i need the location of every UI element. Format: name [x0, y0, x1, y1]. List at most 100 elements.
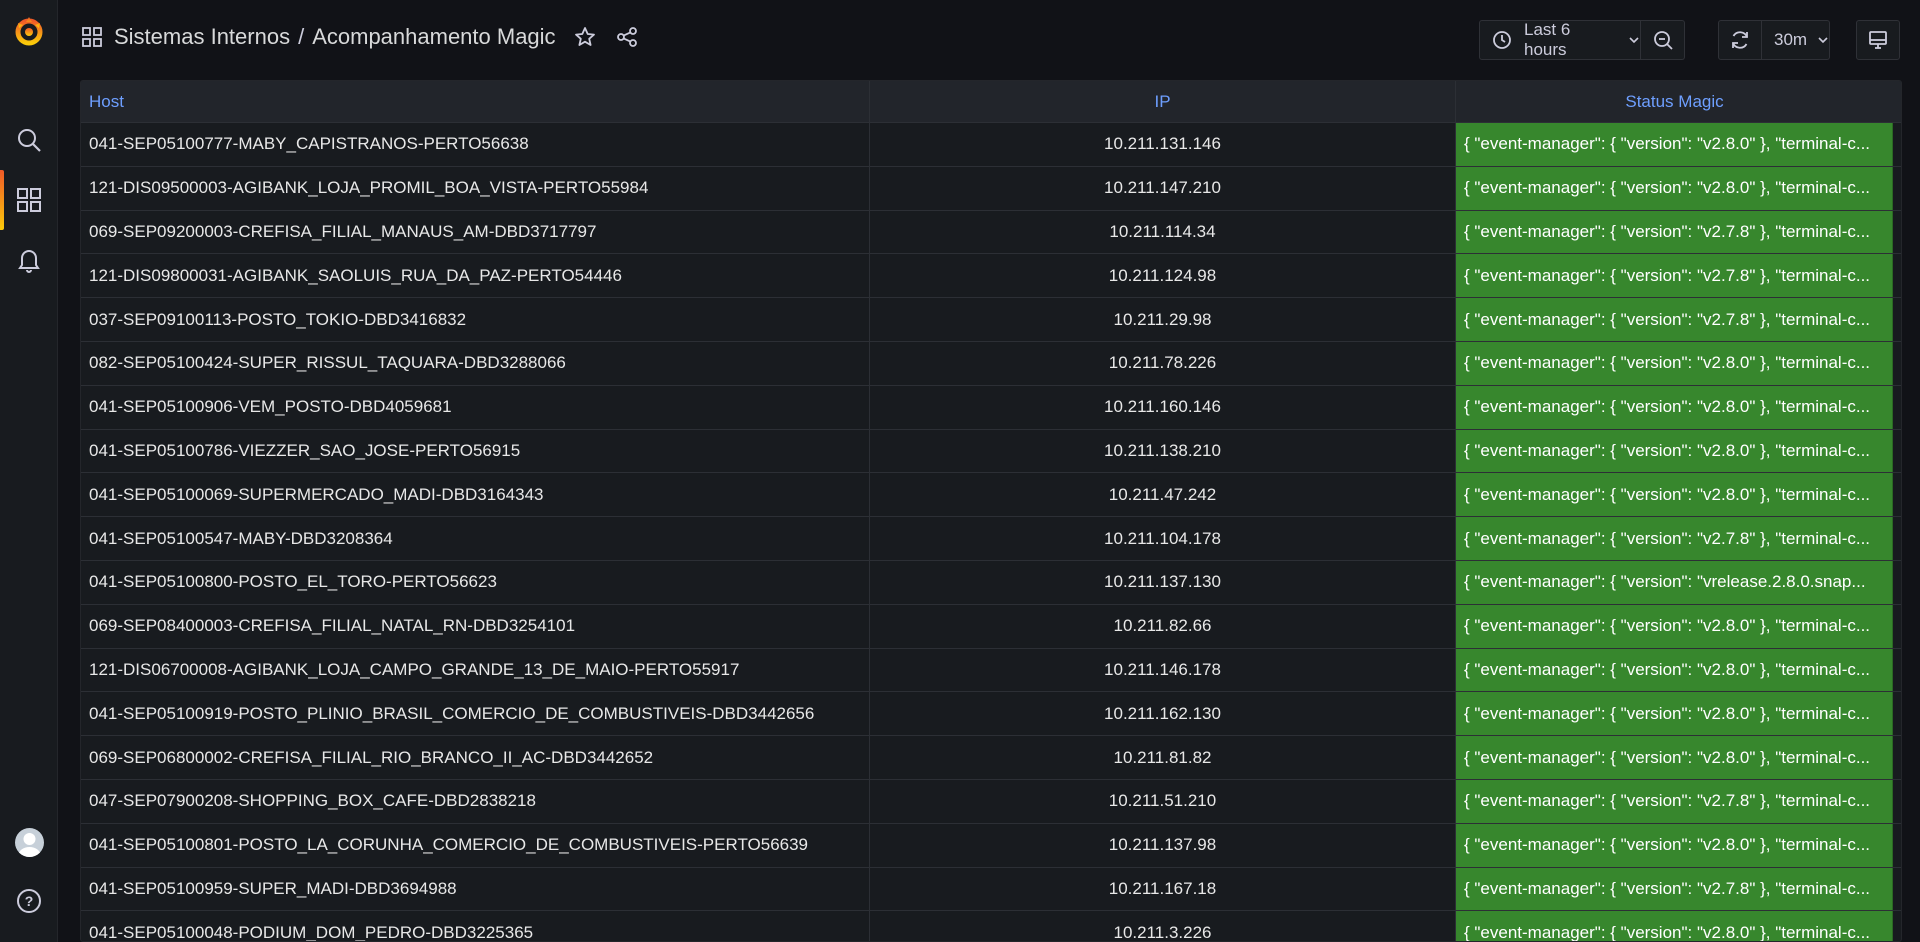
status-cell: { "event-manager": { "version": "v2.8.0"… [1456, 736, 1893, 779]
zoom-out-button[interactable] [1641, 20, 1685, 60]
table-row[interactable]: 069-SEP06800002-CREFISA_FILIAL_RIO_BRANC… [81, 736, 1901, 780]
ip-cell: 10.211.3.226 [870, 911, 1456, 941]
ip-cell: 10.211.82.66 [870, 604, 1456, 648]
refresh-button[interactable] [1718, 20, 1762, 60]
view-mode-controls [1856, 20, 1900, 60]
chevron-down-icon [1817, 34, 1829, 46]
host-cell: 041-SEP05100069-SUPERMERCADO_MADI-DBD316… [81, 473, 870, 517]
ip-cell: 10.211.160.146 [870, 385, 1456, 429]
status-cell: { "event-manager": { "version": "v2.8.0"… [1456, 341, 1893, 385]
ip-cell: 10.211.167.18 [870, 867, 1456, 911]
ip-cell: 10.211.78.226 [870, 341, 1456, 385]
table-row[interactable]: 041-SEP05100906-VEM_POSTO-DBD4059681 10.2… [81, 385, 1901, 430]
table-row[interactable]: 069-SEP08400003-CREFISA_FILIAL_NATAL_RN-… [81, 604, 1901, 649]
table-row[interactable]: 041-SEP05100777-MABY_CAPISTRANOS-PERTO56… [81, 123, 1901, 167]
table-row[interactable]: 041-SEP05100800-POSTO_EL_TORO-PERTO56623… [81, 560, 1901, 605]
ip-cell: 10.211.114.34 [870, 210, 1456, 254]
status-cell: { "event-manager": { "version": "v2.7.8"… [1456, 779, 1893, 823]
status-cell: { "event-manager": { "version": "vreleas… [1456, 560, 1893, 604]
status-cell: { "event-manager": { "version": "v2.7.8"… [1456, 517, 1893, 560]
status-cell: { "event-manager": { "version": "v2.7.8"… [1456, 210, 1893, 254]
search-icon[interactable] [14, 125, 44, 155]
breadcrumb-folder[interactable]: Sistemas Internos [114, 24, 290, 50]
table-row[interactable]: 037-SEP09100113-POSTO_TOKIO-DBD3416832 10… [81, 298, 1901, 342]
host-cell: 041-SEP05100547-MABY-DBD3208364 [81, 517, 870, 560]
column-header-host[interactable]: Host [81, 81, 870, 122]
table-row[interactable]: 069-SEP09200003-CREFISA_FILIAL_MANAUS_AM… [81, 210, 1901, 255]
breadcrumb-separator: / [298, 24, 305, 49]
host-cell: 041-SEP05100959-SUPER_MADI-DBD3694988 [81, 867, 870, 911]
table-row[interactable]: 041-SEP05100069-SUPERMERCADO_MADI-DBD316… [81, 473, 1901, 518]
status-cell: { "event-manager": { "version": "v2.7.8"… [1456, 867, 1893, 911]
time-controls: Last 6 hours [1479, 20, 1685, 60]
host-cell: 069-SEP09200003-CREFISA_FILIAL_MANAUS_AM… [81, 210, 870, 254]
dashboards-icon[interactable] [14, 185, 44, 215]
status-cell: { "event-manager": { "version": "v2.8.0"… [1456, 473, 1893, 517]
host-cell: 047-SEP07900208-SHOPPING_BOX_CAFE-DBD283… [81, 779, 870, 823]
monitor-icon [1869, 31, 1887, 49]
table-row[interactable]: 041-SEP05100919-POSTO_PLINIO_BRASIL_COME… [81, 692, 1901, 737]
share-icon[interactable] [616, 26, 638, 48]
tv-mode-button[interactable] [1856, 20, 1900, 60]
refresh-interval-picker[interactable]: 30m [1762, 20, 1830, 60]
page-title[interactable]: Acompanhamento Magic [312, 24, 555, 50]
host-cell: 069-SEP06800002-CREFISA_FILIAL_RIO_BRANC… [81, 736, 870, 779]
host-cell: 037-SEP09100113-POSTO_TOKIO-DBD3416832 [81, 298, 870, 341]
table-row[interactable]: 047-SEP07900208-SHOPPING_BOX_CAFE-DBD283… [81, 779, 1901, 824]
ip-cell: 10.211.81.82 [870, 736, 1456, 779]
host-cell: 041-SEP05100048-PODIUM_DOM_PEDRO-DBD3225… [81, 911, 870, 941]
dashboard-grid-icon [82, 27, 102, 47]
top-bar: Sistemas Internos / Acompanhamento Magic… [58, 0, 1920, 78]
table-row[interactable]: 121-DIS09500003-AGIBANK_LOJA_PROMIL_BOA_… [81, 166, 1901, 211]
host-cell: 082-SEP05100424-SUPER_RISSUL_TAQUARA-DBD… [81, 341, 870, 385]
help-icon[interactable]: ? [14, 886, 44, 916]
star-icon[interactable] [574, 26, 596, 48]
table-row[interactable]: 121-DIS06700008-AGIBANK_LOJA_CAMPO_GRAND… [81, 648, 1901, 693]
bell-icon[interactable] [14, 245, 44, 275]
ip-cell: 10.211.47.242 [870, 473, 1456, 517]
table-row[interactable]: 082-SEP05100424-SUPER_RISSUL_TAQUARA-DBD… [81, 341, 1901, 386]
svg-text:?: ? [25, 893, 34, 909]
zoom-out-icon [1653, 31, 1673, 50]
host-cell: 041-SEP05100906-VEM_POSTO-DBD4059681 [81, 385, 870, 429]
time-range-picker[interactable]: Last 6 hours [1479, 20, 1641, 60]
status-cell: { "event-manager": { "version": "v2.8.0"… [1456, 823, 1893, 867]
ip-cell: 10.211.137.130 [870, 560, 1456, 604]
status-cell: { "event-manager": { "version": "v2.7.8"… [1456, 254, 1893, 298]
table-row[interactable]: 041-SEP05100786-VIEZZER_SAO_JOSE-PERTO56… [81, 429, 1901, 474]
status-cell: { "event-manager": { "version": "v2.7.8"… [1456, 298, 1893, 341]
status-cell: { "event-manager": { "version": "v2.8.0"… [1456, 911, 1893, 941]
host-cell: 041-SEP05100800-POSTO_EL_TORO-PERTO56623 [81, 560, 870, 604]
table-row[interactable]: 041-SEP05100547-MABY-DBD3208364 10.211.10… [81, 517, 1901, 561]
table-body: 041-SEP05100777-MABY_CAPISTRANOS-PERTO56… [81, 123, 1901, 941]
refresh-controls: 30m [1718, 20, 1830, 60]
refresh-interval-label: 30m [1774, 30, 1808, 49]
avatar[interactable] [15, 828, 44, 857]
ip-cell: 10.211.146.178 [870, 648, 1456, 692]
scrollbar[interactable] [1891, 123, 1899, 941]
status-cell: { "event-manager": { "version": "v2.8.0"… [1456, 385, 1893, 429]
grafana-logo[interactable] [13, 15, 45, 47]
table-row[interactable]: 121-DIS09800031-AGIBANK_SAOLUIS_RUA_DA_P… [81, 254, 1901, 299]
ip-cell: 10.211.124.98 [870, 254, 1456, 298]
breadcrumb: Sistemas Internos / Acompanhamento Magic [82, 24, 638, 50]
host-cell: 121-DIS09800031-AGIBANK_SAOLUIS_RUA_DA_P… [81, 254, 870, 298]
sidebar: ? [0, 0, 58, 942]
table-header: Host IP Status Magic [81, 81, 1901, 123]
table-row[interactable]: 041-SEP05100048-PODIUM_DOM_PEDRO-DBD3225… [81, 911, 1901, 941]
ip-cell: 10.211.138.210 [870, 429, 1456, 473]
host-cell: 041-SEP05100801-POSTO_LA_CORUNHA_COMERCI… [81, 823, 870, 867]
host-cell: 041-SEP05100786-VIEZZER_SAO_JOSE-PERTO56… [81, 429, 870, 473]
column-header-status[interactable]: Status Magic [1456, 81, 1893, 122]
table-panel: Host IP Status Magic 041-SEP05100777-MAB… [80, 80, 1902, 942]
table-row[interactable]: 041-SEP05100801-POSTO_LA_CORUNHA_COMERCI… [81, 823, 1901, 868]
ip-cell: 10.211.137.98 [870, 823, 1456, 867]
ip-cell: 10.211.147.210 [870, 166, 1456, 210]
table-row[interactable]: 041-SEP05100959-SUPER_MADI-DBD3694988 10.… [81, 867, 1901, 912]
column-header-ip[interactable]: IP [870, 81, 1456, 122]
status-cell: { "event-manager": { "version": "v2.8.0"… [1456, 429, 1893, 473]
chevron-down-icon [1628, 34, 1640, 46]
clock-icon [1492, 30, 1512, 50]
host-cell: 041-SEP05100919-POSTO_PLINIO_BRASIL_COME… [81, 692, 870, 736]
status-cell: { "event-manager": { "version": "v2.8.0"… [1456, 648, 1893, 692]
